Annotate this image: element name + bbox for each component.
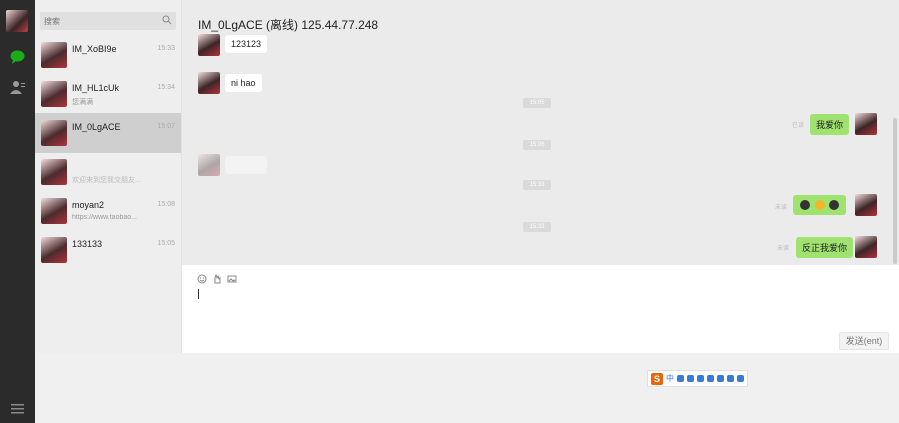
- message-bubble-incoming[interactable]: ni hao: [225, 74, 262, 92]
- timestamp: 15:06: [523, 140, 551, 150]
- search-box: [40, 12, 176, 30]
- emoji-icon: [829, 199, 840, 210]
- user-avatar[interactable]: [6, 10, 28, 32]
- chat-item-active[interactable]: IM_0LgACE 15:07: [35, 113, 181, 153]
- search-input[interactable]: [44, 13, 152, 29]
- my-avatar: [855, 194, 877, 216]
- conversation-panel: IM_0LgACE (离线) 125.44.77.248 123123 ni h…: [182, 0, 899, 353]
- contacts-icon[interactable]: [9, 80, 26, 94]
- composer: 发送(ent): [182, 265, 899, 353]
- message-bubble-incoming[interactable]: 123123: [225, 35, 268, 53]
- my-avatar: [855, 113, 877, 135]
- ime-toolbar[interactable]: S 中: [647, 370, 748, 387]
- chat-time: 15:08: [157, 201, 175, 208]
- contact-name: IM_HL1cUk: [72, 83, 120, 93]
- chat-time: 15:33: [157, 45, 175, 52]
- contact-avatar: [41, 198, 67, 224]
- chat-item[interactable]: IM_HL1cUk 15:34 您满满: [35, 74, 181, 114]
- chat-item[interactable]: moyan2 15:08 https://www.taobao...: [35, 191, 181, 231]
- contact-name: IM_XoBI9e: [72, 44, 117, 54]
- scrollbar[interactable]: [893, 118, 897, 264]
- read-status: 未读: [777, 246, 790, 252]
- ime-user-icon[interactable]: [717, 375, 724, 382]
- message-list[interactable]: 123123 ni hao 15:05 已读 我爱你 15:06 15:33 未…: [182, 34, 899, 264]
- chat-icon[interactable]: [9, 50, 26, 64]
- timestamp: 15:33: [523, 222, 551, 232]
- composer-toolbar: [197, 271, 237, 284]
- contact-avatar: [41, 159, 67, 185]
- ime-tools-icon[interactable]: [737, 375, 744, 382]
- menu-icon[interactable]: [9, 402, 26, 416]
- chat-preview: 您满满: [72, 99, 93, 106]
- contact-avatar: [198, 72, 220, 94]
- nav-bar: [0, 0, 35, 423]
- chat-time: 15:07: [157, 123, 175, 130]
- sogou-logo-icon: S: [651, 372, 663, 385]
- text-cursor[interactable]: [198, 289, 199, 299]
- ime-skin-icon[interactable]: [727, 375, 734, 382]
- image-icon[interactable]: [227, 271, 237, 283]
- ime-emoji-icon[interactable]: [687, 375, 694, 382]
- chat-time: 15:34: [157, 84, 175, 91]
- message-bubble-outgoing[interactable]: [793, 195, 847, 215]
- chat-preview: 欢迎来到您我交朋友...: [72, 177, 141, 184]
- chat-item[interactable]: 133133 15:05: [35, 230, 181, 270]
- contact-avatar: [41, 120, 67, 146]
- contact-avatar: [41, 42, 67, 68]
- emoji-icon: [800, 199, 810, 210]
- contact-avatar: [198, 154, 220, 176]
- contact-name: IM_0LgACE: [72, 122, 121, 132]
- contact-name: 133133: [72, 239, 103, 249]
- contact-avatar: [41, 237, 67, 263]
- chat-time: 15:05: [157, 240, 175, 247]
- bottom-area: S 中: [35, 353, 899, 423]
- emoji-icon[interactable]: [197, 271, 207, 284]
- chat-list-panel: IM_XoBI9e 15:33 IM_HL1cUk 15:34 您满满 IM_0…: [35, 0, 182, 353]
- contact-name: moyan2: [72, 200, 105, 210]
- timestamp: 15:05: [523, 98, 551, 108]
- read-status: 已读: [792, 123, 805, 129]
- emoji-icon: [814, 199, 825, 210]
- chat-preview: https://www.taobao...: [72, 214, 137, 221]
- search-icon[interactable]: [162, 15, 172, 25]
- ime-voice-icon[interactable]: [697, 375, 704, 382]
- message-bubble-outgoing[interactable]: 我爱你: [810, 114, 850, 135]
- ime-keyboard-icon[interactable]: [707, 375, 714, 382]
- contact-avatar: [198, 34, 220, 56]
- message-bubble-outgoing[interactable]: 反正我爱你: [796, 237, 854, 258]
- timestamp: 15:33: [523, 180, 551, 190]
- conversation-title: IM_0LgACE (离线) 125.44.77.248: [198, 18, 379, 32]
- ime-lang-label[interactable]: 中: [666, 373, 674, 384]
- shake-icon[interactable]: [212, 271, 222, 284]
- contact-avatar: [41, 81, 67, 107]
- ime-punct-icon[interactable]: [677, 375, 684, 382]
- send-button[interactable]: 发送(ent): [839, 332, 889, 350]
- chat-item[interactable]: IM_XoBI9e 15:33: [35, 35, 181, 75]
- read-status: 未读: [775, 205, 788, 211]
- chat-item[interactable]: 欢迎来到您我交朋友...: [35, 152, 181, 192]
- my-avatar: [855, 236, 877, 258]
- message-bubble-incoming[interactable]: [225, 156, 267, 174]
